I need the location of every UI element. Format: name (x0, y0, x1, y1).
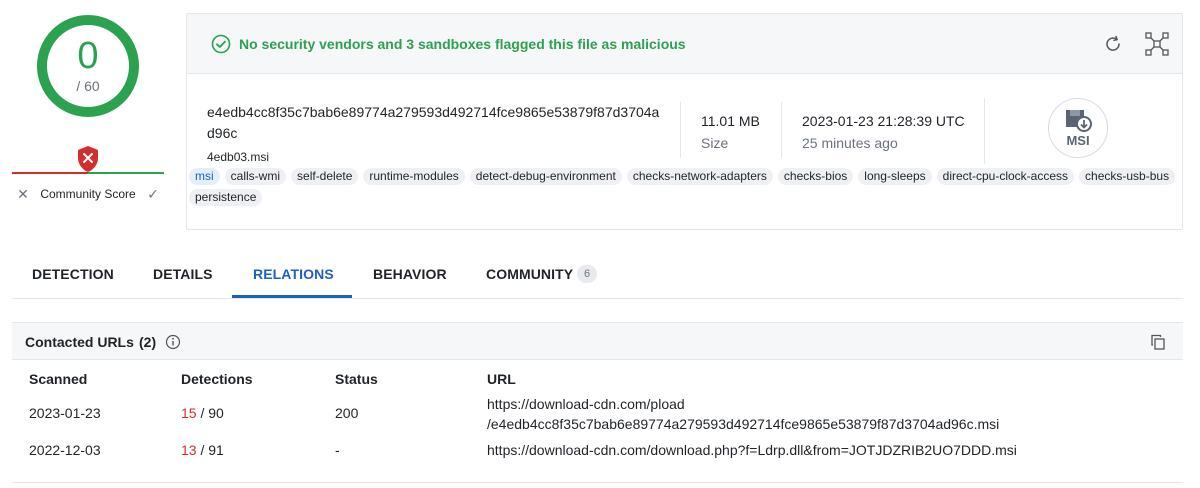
tab-details[interactable]: DETAILS (153, 266, 213, 282)
column-header-url: URL (487, 371, 516, 387)
column-header-detections: Detections (181, 371, 253, 387)
vote-harmless-button[interactable]: ✓ (142, 186, 164, 203)
file-name: 4edb03.msi (207, 150, 270, 164)
tag-checks-network-adapters[interactable]: checks-network-adapters (626, 168, 773, 185)
tag-checks-usb-bus[interactable]: checks-usb-bus (1079, 168, 1176, 185)
tag-list: msi calls-wmi self-delete runtime-modules de… (189, 168, 1179, 206)
section-title: Contacted URLs (25, 334, 134, 350)
analysis-relative-time: 25 minutes ago (802, 135, 898, 151)
table-cell-url[interactable]: https://download-cdn.com/download.php?f=… (487, 440, 1017, 460)
community-count-badge: 6 (577, 265, 597, 283)
tag-direct-cpu-clock-access[interactable]: direct-cpu-clock-access (936, 168, 1075, 185)
url-line: /e4edb4cc8f35c7bab6e89774a279593d492714f… (487, 416, 1000, 432)
tag-msi[interactable]: msi (189, 168, 220, 185)
divider (12, 482, 1183, 483)
divider (781, 102, 782, 158)
graph-icon (1145, 32, 1169, 56)
detection-hits: 13 (181, 442, 197, 458)
score-detections: 0 (77, 35, 99, 77)
contacted-urls-header: Contacted URLs (2) (12, 322, 1183, 360)
table-cell-detections[interactable]: 13 / 91 (181, 440, 224, 460)
community-score-shield-icon (78, 146, 98, 172)
tag-checks-bios[interactable]: checks-bios (777, 168, 854, 185)
file-size-label: Size (701, 135, 729, 151)
tag-calls-wmi[interactable]: calls-wmi (224, 168, 287, 185)
refresh-icon (1106, 35, 1120, 51)
score-total: / 60 (76, 78, 100, 94)
tag-persistence[interactable]: persistence (189, 189, 263, 206)
file-size-value: 11.01 MB (701, 113, 760, 129)
report-tabs: DETECTION DETAILS RELATIONS BEHAVIOR COM… (12, 252, 1183, 299)
table-cell-scanned: 2023-01-23 (29, 405, 101, 421)
msi-file-icon: MSI (1066, 110, 1092, 148)
tab-relations[interactable]: RELATIONS (253, 266, 334, 282)
divider (680, 102, 681, 158)
tab-community[interactable]: COMMUNITY (486, 266, 573, 282)
similar-files-button[interactable] (1145, 32, 1169, 56)
tag-detect-debug-environment[interactable]: detect-debug-environment (469, 168, 622, 185)
column-header-status: Status (335, 371, 378, 387)
url-line: https://download-cdn.com/pload (487, 396, 685, 412)
reanalyze-button[interactable] (1101, 32, 1125, 56)
verdict-text: No security vendors and 3 sandboxes flag… (239, 36, 686, 52)
file-hash[interactable]: e4edb4cc8f35c7bab6e89774a279593d492714fc… (207, 102, 667, 144)
detection-total: / 91 (196, 442, 224, 458)
vote-malicious-button[interactable]: ✕ (12, 186, 34, 203)
community-score-row: ✕ Community Score ✓ (12, 183, 164, 205)
table-cell-status: 200 (335, 405, 359, 421)
check-circle-icon (211, 34, 231, 54)
copy-icon[interactable] (1150, 334, 1166, 350)
divider (984, 98, 985, 164)
tag-self-delete[interactable]: self-delete (291, 168, 359, 185)
tab-behavior[interactable]: BEHAVIOR (373, 266, 447, 282)
detection-total: / 90 (196, 405, 224, 421)
section-count: (2) (139, 334, 157, 350)
detection-score-ring: 0 / 60 (35, 13, 141, 119)
table-cell-scanned: 2022-12-03 (29, 442, 101, 458)
tab-detection[interactable]: DETECTION (32, 266, 114, 282)
table-cell-status: - (335, 442, 340, 458)
file-type-text: MSI (1066, 133, 1089, 148)
column-header-scanned: Scanned (29, 371, 88, 387)
verdict-banner: No security vendors and 3 sandboxes flag… (187, 14, 1182, 74)
info-icon[interactable] (165, 334, 181, 350)
tag-runtime-modules[interactable]: runtime-modules (363, 168, 465, 185)
file-summary-card: No security vendors and 3 sandboxes flag… (186, 13, 1183, 230)
detection-hits: 15 (181, 405, 197, 421)
table-cell-detections[interactable]: 15 / 90 (181, 403, 224, 423)
file-type-badge: MSI (1048, 98, 1108, 158)
active-tab-indicator (232, 295, 352, 298)
verdict: No security vendors and 3 sandboxes flag… (211, 34, 686, 54)
community-score-label: Community Score (40, 187, 136, 201)
analysis-date: 2023-01-23 21:28:39 UTC (802, 113, 965, 129)
tag-long-sleeps[interactable]: long-sleeps (858, 168, 932, 185)
table-cell-url[interactable]: https://download-cdn.com/pload /e4edb4cc… (487, 394, 999, 434)
